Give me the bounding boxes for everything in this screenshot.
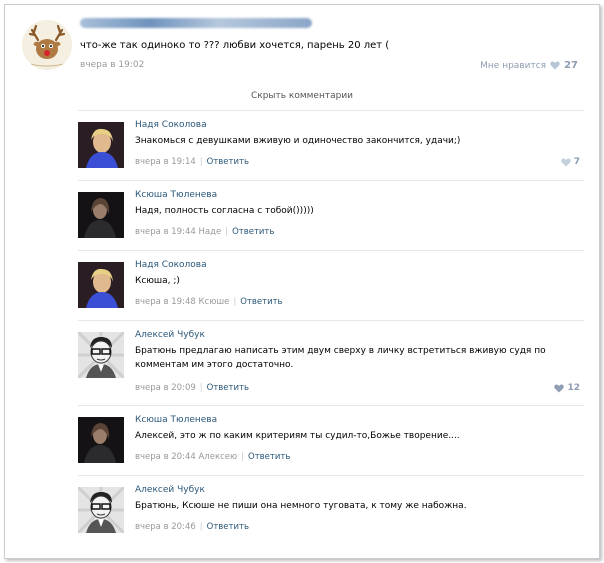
comment-time[interactable]: вчера в 19:44 [135,227,196,237]
avatar[interactable] [78,332,124,378]
avatar[interactable] [78,192,124,238]
reply-to[interactable]: Ксюше [198,297,229,307]
post-text: что-же так одиноко то ??? любви хочется,… [80,40,390,51]
comment-meta: вчера в 19:48 Ксюше | Ответить [135,297,283,307]
photo-avatar-icon [78,417,124,463]
reply-link[interactable]: Ответить [207,522,249,532]
comment-like-button[interactable]: 7 [561,157,580,167]
divider [78,180,584,181]
reply-to[interactable]: Алексею [198,452,237,462]
post-timestamp[interactable]: вчера в 19:02 [80,60,144,70]
divider [78,110,584,111]
comment-meta: вчера в 20:46 | Ответить [135,522,249,532]
avatar[interactable] [78,487,124,533]
reply-link[interactable]: Ответить [207,157,249,167]
comment-like-count: 7 [573,157,580,167]
comment-time[interactable]: вчера в 20:09 [135,383,196,393]
photo-avatar-icon [78,262,124,308]
divider [78,405,584,406]
separator: | [199,522,203,532]
reply-link[interactable]: Ответить [207,383,249,393]
post-author-avatar[interactable] [22,20,72,70]
comment-time[interactable]: вчера в 19:14 [135,157,196,167]
heart-icon [550,61,560,70]
reply-link[interactable]: Ответить [232,227,274,237]
separator: | [199,383,203,393]
comment-text: Ксюша, ;) [135,276,180,286]
comment-time[interactable]: вчера в 20:44 [135,452,196,462]
separator: | [199,157,203,167]
comment-text: Алексей, это ж по каким критериям ты суд… [135,431,460,441]
reply-link[interactable]: Ответить [248,452,290,462]
comment-author[interactable]: Алексей Чубук [135,330,205,340]
heart-icon [561,158,571,166]
cartoon-avatar-icon [78,332,124,378]
comment-meta: вчера в 19:44 Наде | Ответить [135,227,274,237]
comment-author[interactable]: Ксюша Тюленева [135,415,217,425]
cartoon-avatar-icon [78,487,124,533]
comment-item: Надя Соколова Знакомься с девушками вжив… [74,110,584,176]
comment-item: Ксюша Тюленева Алексей, это ж по каким к… [74,405,584,471]
post-author-name-blurred[interactable] [80,18,312,28]
comment-meta: вчера в 20:44 Алексею | Ответить [135,452,290,462]
post-like-button[interactable]: Мне нравится 27 [480,60,578,71]
comment-meta: вчера в 19:14 | Ответить [135,157,249,167]
divider [78,320,584,321]
divider [78,250,584,251]
divider [78,475,584,476]
comment-item: Алексей Чубук Братюнь предлагаю написать… [74,320,584,400]
comment-like-count: 12 [567,383,580,393]
comment-item: Алексей Чубук Братюнь, Ксюше не пиши она… [74,475,584,541]
comment-author[interactable]: Надя Соколова [135,260,207,270]
photo-avatar-icon [78,192,124,238]
avatar[interactable] [78,417,124,463]
comment-time[interactable]: вчера в 20:46 [135,522,196,532]
comment-author[interactable]: Надя Соколова [135,120,207,130]
comment-author[interactable]: Ксюша Тюленева [135,190,217,200]
comment-meta: вчера в 20:09 | Ответить [135,383,249,393]
photo-avatar-icon [78,122,124,168]
heart-icon [554,384,565,392]
comment-like-button[interactable]: 12 [554,383,580,393]
comment-author[interactable]: Алексей Чубук [135,485,205,495]
comment-text: Братюнь предлагаю написать этим двум све… [135,346,546,370]
comment-text: Братюнь, Ксюше не пиши она немного тугов… [135,501,467,511]
reply-link[interactable]: Ответить [240,297,282,307]
hide-comments-link[interactable]: Скрыть комментарии [0,91,604,101]
comment-time[interactable]: вчера в 19:48 [135,297,196,307]
separator: | [225,227,229,237]
deer-avatar-icon [23,21,71,69]
comment-item: Надя Соколова Ксюша, ;) вчера в 19:48 Кс… [74,250,584,316]
comment-item: Ксюша Тюленева Надя, полность согласна с… [74,180,584,246]
comment-text: Надя, полность согласна с тобой())))) [135,206,314,216]
comment-text: Знакомься с девушками вживую и одиночест… [135,136,461,146]
separator: | [241,452,245,462]
avatar[interactable] [78,262,124,308]
like-label: Мне нравится [480,60,547,71]
reply-to[interactable]: Наде [198,227,221,237]
avatar[interactable] [78,122,124,168]
like-count: 27 [564,60,578,71]
separator: | [233,297,237,307]
